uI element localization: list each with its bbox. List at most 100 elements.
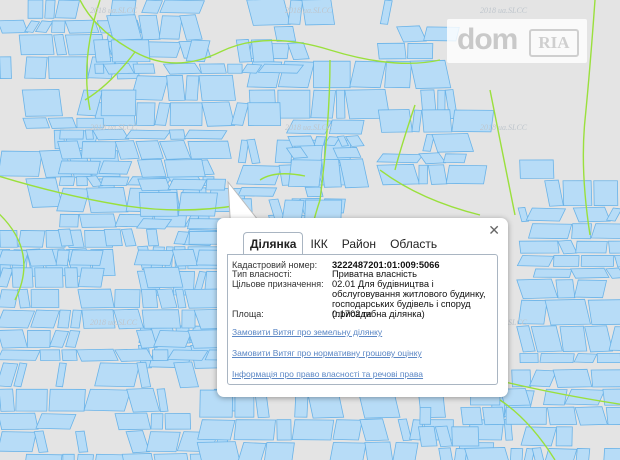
land-parcel[interactable] [431,133,475,153]
land-parcel[interactable] [126,387,161,413]
land-parcel[interactable] [44,0,56,19]
land-parcel[interactable] [603,448,620,460]
land-parcel[interactable] [53,33,68,56]
land-parcel[interactable] [16,288,31,309]
land-parcel[interactable] [125,430,151,454]
land-parcel[interactable] [575,448,591,460]
close-icon[interactable]: ✕ [488,222,500,239]
land-parcel[interactable] [377,42,407,60]
land-parcel[interactable] [246,0,291,26]
land-parcel[interactable] [169,102,203,126]
land-parcel[interactable] [120,228,137,247]
land-parcel[interactable] [57,309,72,329]
land-parcel[interactable] [313,60,351,89]
land-parcel[interactable] [0,267,14,288]
land-parcel[interactable] [166,349,209,361]
land-parcel[interactable] [34,267,64,288]
land-parcel[interactable] [418,164,428,185]
land-parcel[interactable] [438,447,454,460]
land-parcel[interactable] [78,213,117,228]
land-parcel[interactable] [379,0,393,25]
land-parcel[interactable] [273,26,297,42]
land-parcel[interactable] [159,0,205,14]
land-parcel[interactable] [516,278,559,300]
land-parcel[interactable] [277,89,311,119]
land-parcel[interactable] [39,349,61,361]
land-parcel[interactable] [332,147,362,159]
land-parcel[interactable] [246,138,261,165]
land-parcel[interactable] [133,249,175,266]
land-parcel[interactable] [48,388,86,412]
land-parcel[interactable] [33,430,49,453]
land-parcel[interactable] [114,289,141,308]
land-parcel[interactable] [130,75,170,101]
land-parcel[interactable] [27,0,44,19]
land-parcel[interactable] [310,89,336,119]
land-parcel[interactable] [30,309,60,329]
tab-parcel[interactable]: Ділянка [243,232,304,255]
land-parcel[interactable] [17,230,46,248]
land-parcel[interactable] [546,406,578,426]
land-parcel[interactable] [51,20,66,33]
land-parcel[interactable] [553,255,580,267]
land-parcel[interactable] [237,442,267,460]
land-parcel[interactable] [197,419,236,441]
land-parcel[interactable] [132,63,156,74]
land-parcel[interactable] [94,362,141,388]
land-parcel[interactable] [57,160,101,175]
land-parcel[interactable] [287,159,323,188]
land-parcel[interactable] [54,0,80,19]
land-parcel[interactable] [167,178,208,191]
land-parcel[interactable] [291,419,335,441]
land-parcel[interactable] [196,441,241,460]
land-parcel[interactable] [329,442,367,460]
land-parcel[interactable] [264,442,295,460]
land-parcel[interactable] [593,180,619,206]
land-parcel[interactable] [163,159,206,178]
land-parcel[interactable] [121,453,156,460]
land-parcel[interactable] [552,368,593,388]
land-parcel[interactable] [527,223,573,240]
land-parcel[interactable] [55,362,67,388]
land-parcel[interactable] [177,192,218,217]
land-parcel[interactable] [83,388,132,412]
land-parcel[interactable] [464,447,512,460]
land-parcel[interactable] [93,39,112,63]
land-parcel[interactable] [573,353,598,364]
land-parcel[interactable] [0,56,12,79]
land-parcel[interactable] [418,425,438,447]
land-parcel[interactable] [135,102,156,126]
land-parcel[interactable] [0,19,29,34]
land-parcel[interactable] [364,441,394,460]
land-parcel[interactable] [80,141,117,159]
land-parcel[interactable] [237,186,278,197]
land-parcel[interactable] [23,453,63,460]
land-parcel[interactable] [30,289,60,308]
land-parcel[interactable] [55,249,70,266]
land-parcel[interactable] [48,330,70,348]
land-parcel[interactable] [572,206,611,223]
land-parcel[interactable] [58,176,76,187]
land-parcel[interactable] [590,223,620,239]
land-parcel[interactable] [181,309,196,329]
land-parcel[interactable] [94,63,105,74]
land-parcel[interactable] [460,406,483,426]
land-parcel[interactable] [518,240,560,254]
land-parcel[interactable] [335,89,346,119]
land-parcel[interactable] [18,34,55,56]
land-parcel[interactable] [407,43,434,60]
land-parcel[interactable] [596,353,620,364]
land-parcel[interactable] [153,453,192,460]
land-parcel[interactable] [98,160,133,175]
land-parcel[interactable] [409,59,452,89]
land-parcel[interactable] [171,248,199,267]
land-parcel[interactable] [140,288,159,309]
land-parcel[interactable] [451,426,480,447]
land-parcel[interactable] [57,140,83,160]
land-parcel[interactable] [143,266,184,289]
land-parcel[interactable] [135,218,173,230]
land-parcel[interactable] [519,159,555,179]
land-parcel[interactable] [532,268,573,278]
land-parcel[interactable] [136,158,167,178]
land-parcel[interactable] [153,330,193,348]
